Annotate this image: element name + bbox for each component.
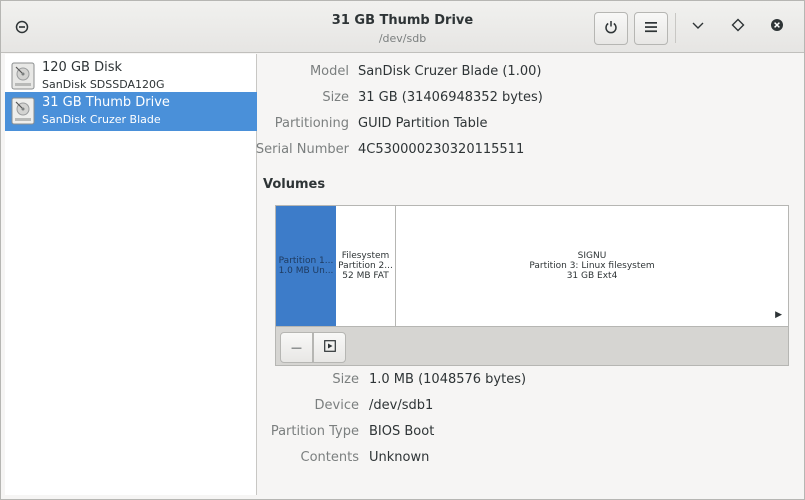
- disk-item-120gb[interactable]: 120 GB Disk SanDisk SDSSDA120G: [5, 57, 257, 96]
- power-off-button[interactable]: [594, 12, 628, 45]
- partition-label: Filesystem: [341, 251, 390, 261]
- disk-item-31gb[interactable]: 31 GB Thumb Drive SanDisk Cruzer Blade: [5, 92, 257, 131]
- volume-toolbar: —: [276, 326, 788, 365]
- partition-info: Partition 2...: [338, 261, 393, 271]
- disk-model: SanDisk Cruzer Blade: [42, 113, 161, 126]
- size-value: 31 GB (31406948352 bytes): [358, 90, 543, 105]
- disk-name: 120 GB Disk: [42, 60, 122, 75]
- partition-size: 52 MB FAT: [342, 271, 389, 281]
- partition-info: 1.0 MB Un...: [278, 266, 334, 276]
- size-label: Size: [322, 90, 349, 105]
- header-bar: 31 GB Thumb Drive /dev/sdb: [1, 1, 804, 53]
- header-separator: [675, 13, 676, 43]
- disk-name: 31 GB Thumb Drive: [42, 95, 170, 110]
- partition-info: Partition 3: Linux filesystem: [529, 261, 655, 271]
- thumb-drive-icon: [11, 97, 35, 125]
- options-icon: [323, 339, 336, 356]
- partition-2-block[interactable]: Filesystem Partition 2... 52 MB FAT: [336, 206, 396, 326]
- maximize-button[interactable]: [730, 18, 746, 36]
- hard-disk-icon: [11, 62, 35, 90]
- model-label: Model: [309, 64, 349, 79]
- power-icon: [604, 20, 618, 38]
- disk-model: SanDisk SDSSDA120G: [42, 78, 165, 91]
- partition-3-block[interactable]: SIGNU Partition 3: Linux filesystem 31 G…: [396, 206, 788, 326]
- partition-1-block[interactable]: Partition 1... 1.0 MB Un...: [276, 206, 336, 326]
- partition-size: 31 GB Ext4: [566, 271, 618, 281]
- chevron-down-icon: [691, 20, 705, 35]
- hamburger-icon: [644, 21, 658, 37]
- close-button[interactable]: [769, 19, 785, 35]
- partition-size-label: Size: [332, 372, 359, 387]
- drive-menu-button[interactable]: [634, 12, 668, 45]
- partitioning-label: Partitioning: [274, 116, 349, 131]
- partition-label: SIGNU: [577, 251, 607, 261]
- contents-value: Unknown: [369, 450, 430, 465]
- play-arrow-icon: ▶: [775, 310, 782, 320]
- partition-options-button[interactable]: [313, 332, 346, 363]
- disk-list-sidebar: 120 GB Disk SanDisk SDSSDA120G 31 GB Thu…: [5, 54, 257, 495]
- remove-partition-button[interactable]: —: [280, 332, 313, 363]
- serial-label: Serial Number: [255, 142, 349, 157]
- partition-type-value: BIOS Boot: [369, 424, 435, 439]
- window-subtitle: /dev/sdb: [378, 32, 427, 45]
- minus-icon: —: [291, 341, 302, 354]
- partition-size-value: 1.0 MB (1048576 bytes): [369, 372, 527, 387]
- close-icon: [770, 18, 784, 36]
- device-label: Device: [314, 398, 359, 413]
- volumes-panel: Partition 1... 1.0 MB Un... Filesystem P…: [275, 205, 789, 366]
- window-title: 31 GB Thumb Drive: [331, 13, 474, 28]
- partitioning-value: GUID Partition Table: [358, 116, 488, 131]
- minimize-button[interactable]: [690, 19, 706, 35]
- partition-type-label: Partition Type: [270, 424, 359, 439]
- partition-label: Partition 1...: [278, 256, 334, 266]
- contents-label: Contents: [300, 450, 359, 465]
- disks-window: 31 GB Thumb Drive /dev/sdb 120 GB Disk S…: [0, 0, 805, 500]
- volumes-heading: Volumes: [263, 177, 326, 192]
- device-value: /dev/sdb1: [369, 398, 434, 413]
- model-value: SanDisk Cruzer Blade (1.00): [358, 64, 542, 79]
- partition-map: Partition 1... 1.0 MB Un... Filesystem P…: [276, 206, 788, 326]
- serial-value: 4C530000230320115511: [358, 142, 525, 157]
- diamond-icon: [731, 18, 745, 36]
